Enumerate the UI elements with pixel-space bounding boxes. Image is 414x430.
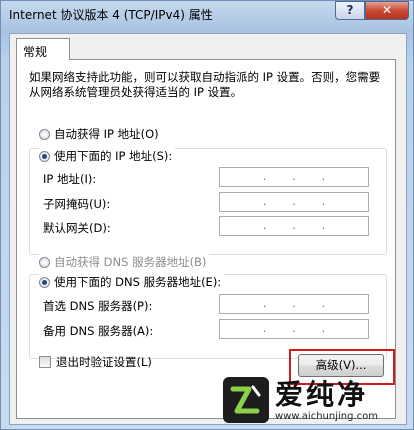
manual-ip-radio[interactable]: 使用下面的 IP 地址(S):: [39, 148, 176, 164]
alternate-dns-input[interactable]: ...: [219, 319, 369, 339]
default-gateway-label: 默认网关(D):: [43, 221, 111, 235]
default-gateway-input[interactable]: ...: [219, 216, 369, 236]
help-button[interactable]: ?: [335, 1, 365, 20]
ip-address-input[interactable]: ...: [219, 167, 369, 187]
watermark-name: 爱纯净: [275, 377, 369, 411]
manual-dns-radio[interactable]: 使用下面的 DNS 服务器地址(E):: [39, 274, 225, 290]
radio-indicator: [39, 128, 50, 140]
alternate-dns-label: 备用 DNS 服务器(A):: [43, 324, 154, 338]
manual-dns-label: 使用下面的 DNS 服务器地址(E):: [54, 275, 222, 289]
close-button[interactable]: ✕: [365, 1, 409, 20]
ip-address-label: IP 地址(I):: [43, 172, 97, 186]
auto-dns-radio[interactable]: 自动获得 DNS 服务器地址(B): [39, 254, 210, 270]
radio-indicator-selected: [39, 276, 50, 288]
preferred-dns-input[interactable]: ...: [219, 294, 369, 314]
validate-on-exit-label: 退出时验证设置(L): [56, 355, 152, 369]
auto-ip-radio[interactable]: 自动获得 IP 地址(O): [39, 126, 162, 142]
radio-indicator: [39, 256, 50, 268]
validate-on-exit-checkbox[interactable]: 退出时验证设置(L): [39, 354, 152, 370]
description-text: 如果网络支持此功能，则可以获取自动指派的 IP 设置。否则，您需要从网络系统管理…: [29, 70, 381, 99]
preferred-dns-label: 首选 DNS 服务器(P):: [43, 299, 153, 313]
dialog-window: Internet 协议版本 4 (TCP/IPv4) 属性 ? ✕ 常规 如果网…: [0, 0, 414, 430]
manual-ip-label: 使用下面的 IP 地址(S):: [54, 149, 173, 163]
auto-dns-label: 自动获得 DNS 服务器地址(B): [54, 255, 207, 269]
radio-indicator-selected: [39, 150, 50, 162]
subnet-mask-label: 子网掩码(U):: [43, 197, 111, 211]
tab-general[interactable]: 常规: [16, 38, 70, 60]
watermark: 爱纯净 www.aichunjing.com: [223, 371, 413, 429]
window-title: Internet 协议版本 4 (TCP/IPv4) 属性: [9, 8, 213, 22]
title-bar[interactable]: Internet 协议版本 4 (TCP/IPv4) 属性 ? ✕: [1, 1, 413, 27]
watermark-url: www.aichunjing.com: [275, 410, 378, 422]
auto-ip-label: 自动获得 IP 地址(O): [54, 127, 159, 141]
watermark-logo-icon: [223, 377, 269, 423]
subnet-mask-input[interactable]: ...: [219, 192, 369, 212]
checkbox-box: [39, 356, 51, 368]
